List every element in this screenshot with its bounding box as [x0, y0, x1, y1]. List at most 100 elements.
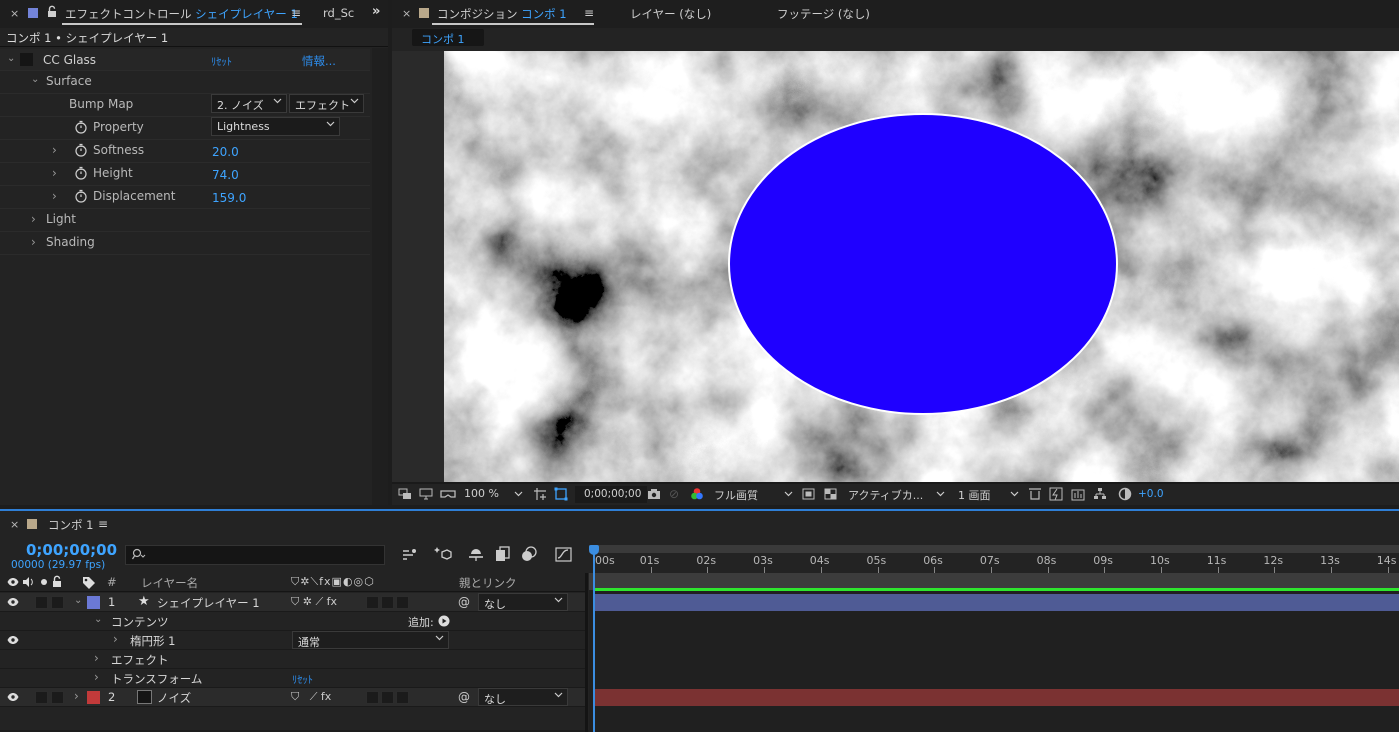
transparency-grid-icon[interactable] [824, 488, 837, 500]
close-icon[interactable]: × [10, 518, 19, 531]
flowchart-icon[interactable] [1093, 487, 1107, 501]
monitor-icon[interactable] [419, 488, 433, 500]
shy-layers-icon[interactable] [468, 546, 484, 562]
eye-icon[interactable] [7, 691, 19, 703]
chevron-right-icon[interactable]: › [52, 143, 57, 157]
tab-rd-sc[interactable]: rd_Sc [323, 6, 354, 20]
ellipse-group-row[interactable]: › 楕円形 1 通常 [0, 631, 588, 650]
toggle-pixel-aspect-icon[interactable] [1028, 487, 1042, 501]
switch-box[interactable] [381, 691, 394, 704]
playhead-handle[interactable] [589, 545, 599, 555]
timeline-search-input[interactable] [125, 545, 385, 565]
transform-row[interactable]: › トランスフォーム ﾘｾｯﾄ [0, 669, 588, 688]
bump-map-source-dropdown[interactable]: エフェクト [289, 94, 364, 113]
mask-visibility-icon[interactable] [554, 487, 568, 501]
transform-reset-link[interactable]: ﾘｾｯﾄ [292, 672, 313, 687]
softness-value[interactable]: 20.0 [212, 145, 239, 159]
more-tabs-icon[interactable]: » [372, 4, 380, 19]
frame-blending-icon[interactable] [495, 546, 511, 562]
composition-canvas[interactable] [444, 51, 1399, 482]
show-snapshot-icon[interactable]: ⊘ [669, 487, 679, 501]
scrollbar[interactable] [372, 48, 388, 505]
group-light[interactable]: › Light [0, 209, 370, 232]
reset-link[interactable]: ﾘｾｯﾄ [211, 54, 232, 69]
close-icon[interactable]: × [10, 7, 19, 20]
bump-map-layer-dropdown[interactable]: 2. ノイズ [211, 94, 287, 113]
audio-icon[interactable] [22, 576, 34, 588]
layer-label-color[interactable] [87, 691, 100, 704]
add-play-icon[interactable] [438, 615, 450, 627]
info-link[interactable]: 情報... [302, 53, 336, 69]
eye-icon[interactable] [7, 634, 19, 646]
lock-icon[interactable] [52, 575, 62, 588]
chevron-right-icon[interactable]: › [31, 212, 36, 226]
close-icon[interactable]: × [402, 7, 411, 20]
graph-editor-icon[interactable] [555, 546, 573, 562]
camera-dropdown[interactable]: アクティブカ... [848, 487, 948, 503]
contents-row[interactable]: ⌄ コンテンツ 追加: [0, 612, 588, 631]
chevron-right-icon[interactable]: › [74, 689, 79, 703]
pickwhip-icon[interactable]: @ [458, 690, 470, 704]
height-value[interactable]: 74.0 [212, 168, 239, 182]
eye-icon[interactable] [7, 576, 19, 588]
switch-box[interactable] [396, 691, 409, 704]
switch-box[interactable] [381, 596, 394, 609]
exposure-reset-icon[interactable] [1118, 487, 1132, 501]
panel-menu-icon[interactable]: ≡ [584, 6, 594, 20]
panel-menu-icon[interactable]: ≡ [98, 517, 108, 531]
stopwatch-icon[interactable] [74, 143, 88, 157]
timeline-icon[interactable] [1071, 487, 1085, 501]
label-tag-icon[interactable] [82, 576, 96, 589]
chevron-down-icon[interactable]: ⌄ [94, 614, 102, 625]
chevron-down-icon[interactable]: ⌄ [7, 53, 15, 64]
tab-composition[interactable]: コンポジション コンポ 1 [437, 6, 567, 22]
tab-effect-controls[interactable]: エフェクトコントロール シェイプレイヤー 1 [65, 6, 298, 22]
switch-box[interactable] [366, 691, 379, 704]
exposure-value[interactable]: +0.0 [1138, 488, 1164, 500]
layer-label-color[interactable] [87, 596, 100, 609]
shape-layer-ellipse[interactable] [728, 113, 1118, 415]
layer-bar-2[interactable] [595, 689, 1399, 706]
displacement-value[interactable]: 159.0 [212, 191, 246, 205]
motion-blur-icon[interactable] [521, 546, 537, 562]
panel-menu-icon[interactable]: ≡ [291, 6, 301, 20]
chevron-right-icon[interactable]: › [31, 235, 36, 249]
region-of-interest-icon[interactable] [802, 488, 815, 500]
solo-toggle[interactable] [35, 596, 48, 609]
lock-toggle[interactable] [51, 596, 64, 609]
tab-footage[interactable]: フッテージ (なし) [777, 6, 870, 22]
timeline-timecode[interactable]: 0;00;00;00 [26, 541, 117, 559]
layer-switches[interactable]: ⛉ ✲ ⟋ fx [291, 595, 337, 609]
chevron-right-icon[interactable]: › [94, 670, 99, 684]
chevron-down-icon[interactable]: ⌄ [74, 595, 82, 606]
stopwatch-icon[interactable] [74, 166, 88, 180]
effects-row[interactable]: › エフェクト [0, 650, 588, 669]
work-area-bar[interactable] [589, 545, 1399, 553]
comp-mini-flowchart-icon[interactable] [402, 548, 418, 562]
fast-previews-icon[interactable] [1049, 487, 1063, 501]
view-layout-dropdown[interactable]: 1 画面 [958, 487, 1022, 503]
fx-toggle[interactable] [20, 53, 33, 66]
tab-layer[interactable]: レイヤー (なし) [630, 6, 711, 22]
parent-dropdown[interactable]: なし [478, 593, 568, 611]
property-dropdown[interactable]: Lightness [211, 117, 340, 136]
vr-icon[interactable] [440, 488, 456, 500]
layer-name[interactable]: シェイプレイヤー 1 [157, 595, 260, 611]
group-shading[interactable]: › Shading [0, 232, 370, 255]
resolution-dropdown[interactable]: フル画質 [714, 487, 796, 503]
stopwatch-icon[interactable] [74, 189, 88, 203]
chevron-right-icon[interactable]: › [113, 632, 118, 646]
solo-icon[interactable] [38, 576, 50, 588]
draft-3d-icon[interactable] [434, 546, 452, 562]
chevron-right-icon[interactable]: › [52, 166, 57, 180]
layer-row-2[interactable]: › 2 ノイズ ⛉ ⟋ fx @ なし [0, 688, 588, 707]
zoom-dropdown[interactable]: 100 % [464, 487, 526, 500]
comp-breadcrumb[interactable]: コンポ 1 [412, 29, 484, 46]
always-preview-icon[interactable] [398, 488, 412, 500]
camera-icon[interactable] [647, 488, 661, 500]
group-surface[interactable]: ⌄ Surface [0, 71, 370, 94]
tab-timeline-comp[interactable]: コンポ 1 [48, 517, 93, 533]
layer-bar-1[interactable] [595, 594, 1399, 611]
lock-toggle[interactable] [51, 691, 64, 704]
playhead[interactable] [589, 545, 599, 732]
